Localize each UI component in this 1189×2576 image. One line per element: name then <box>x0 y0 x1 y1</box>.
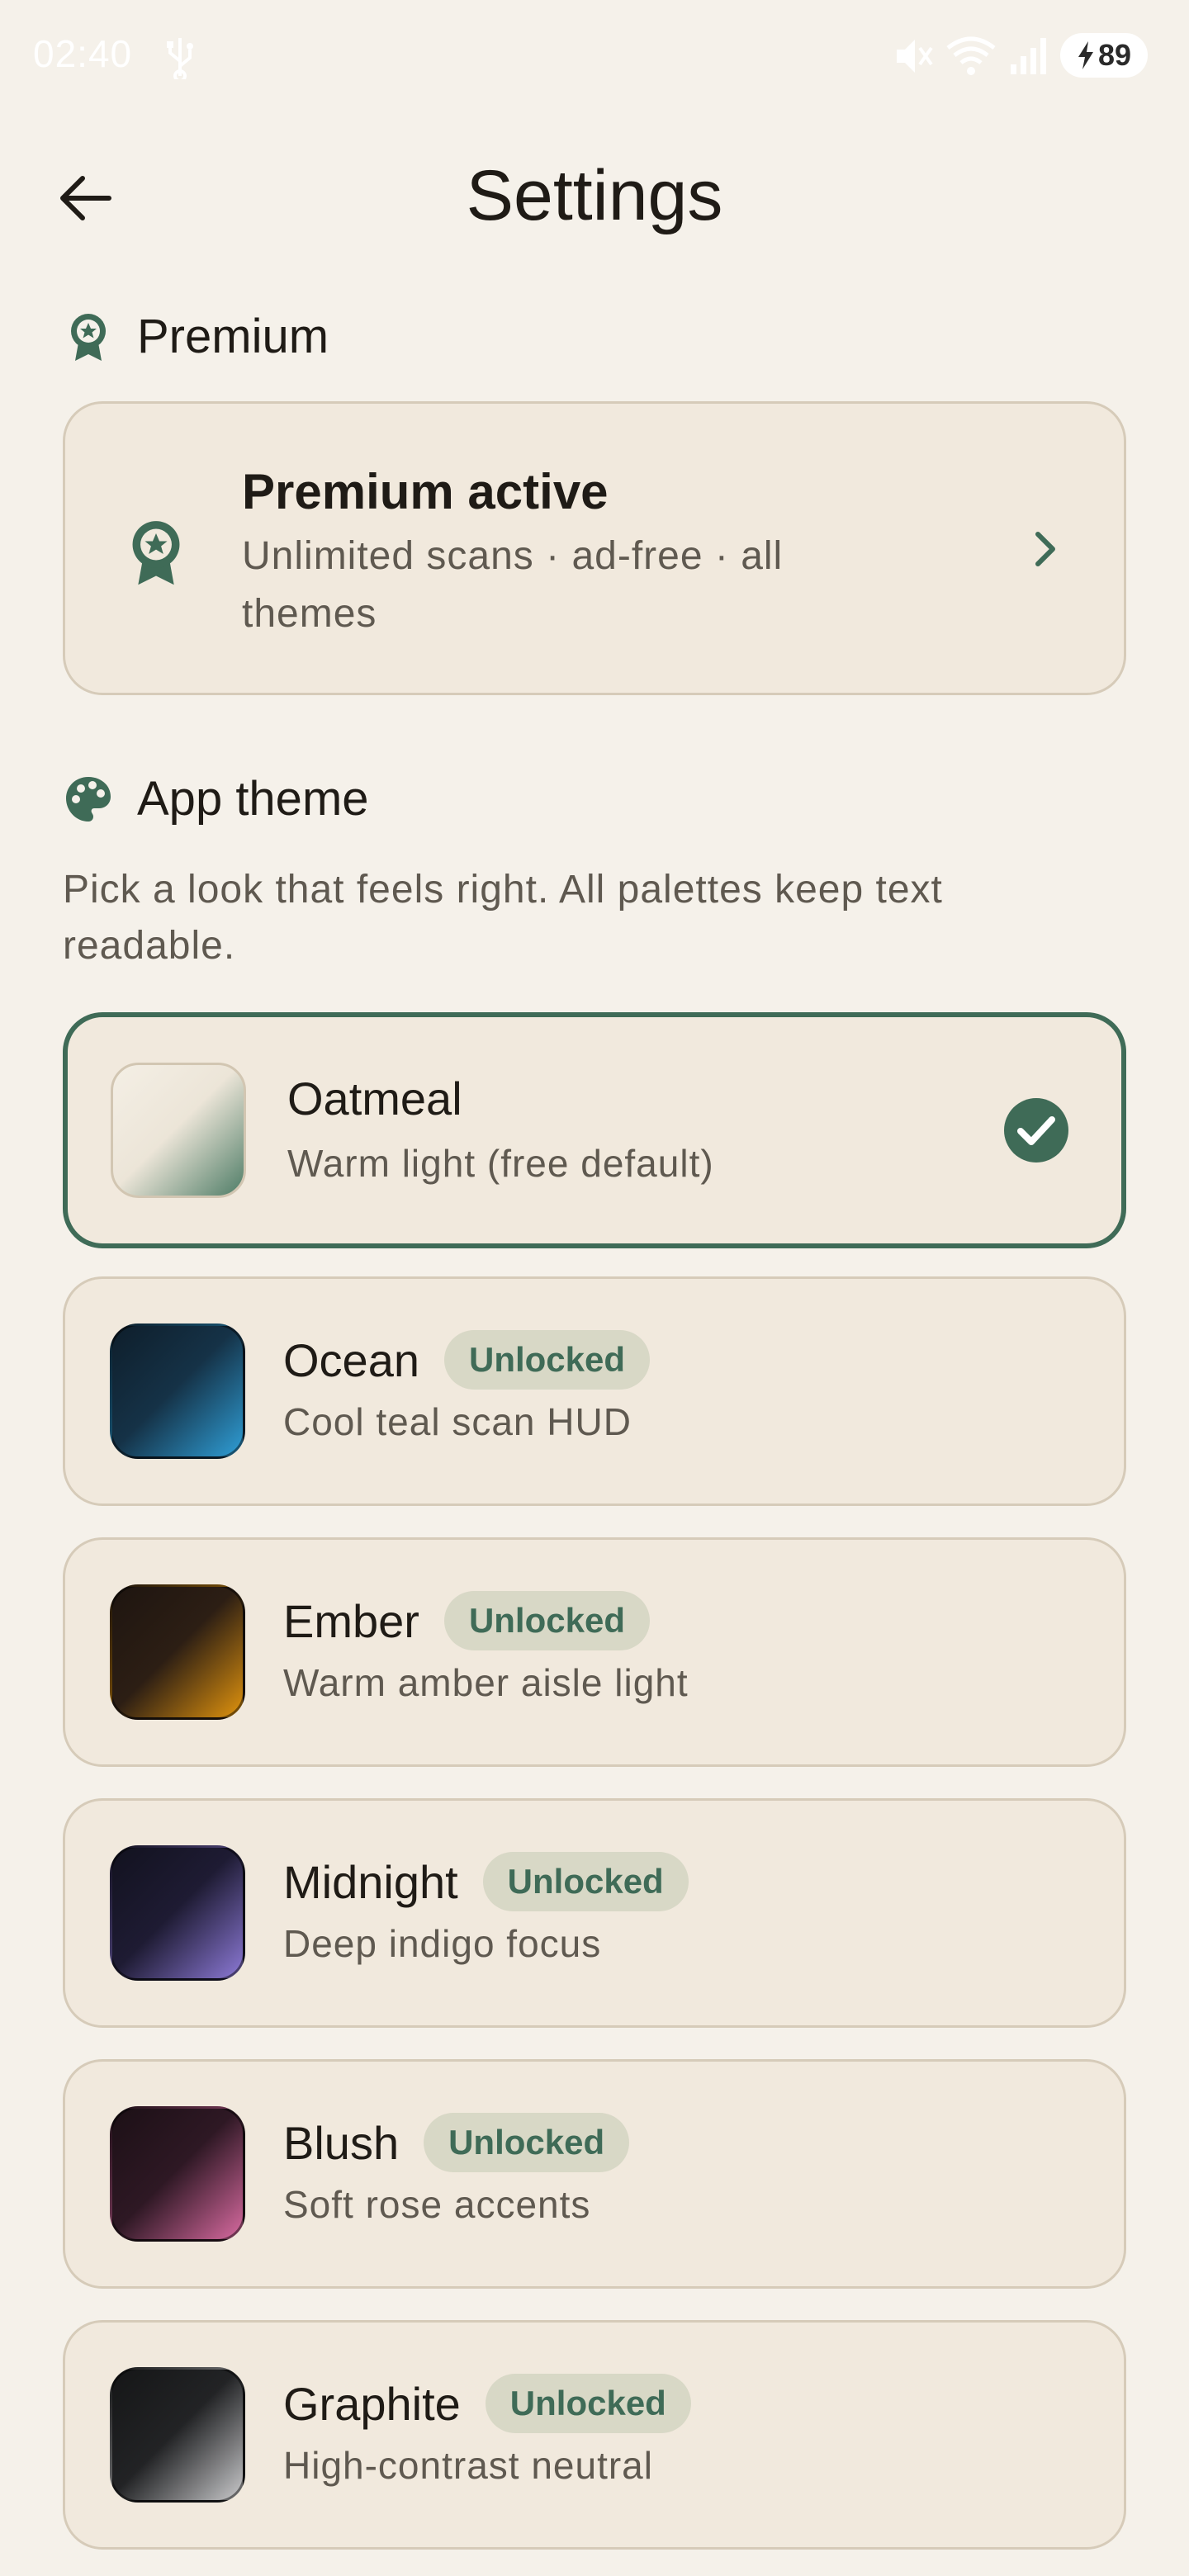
battery-level: 89 <box>1097 38 1132 72</box>
status-time: 02:40 <box>33 32 133 75</box>
theme-option-oatmeal[interactable]: Oatmeal Warm light (free default) <box>63 1012 1126 1248</box>
status-bar: 02:40 89 <box>0 0 1189 112</box>
theme-swatch <box>111 1063 246 1198</box>
theme-title-row: Ocean Unlocked <box>283 1330 651 1390</box>
theme-description: Warm light (free default) <box>287 1142 714 1185</box>
check-circle-icon <box>1004 1098 1068 1163</box>
theme-name: Ocean <box>283 1333 419 1386</box>
battery-charging-icon <box>1078 41 1093 69</box>
theme-option-ocean[interactable]: Ocean Unlocked Cool teal scan HUD <box>63 1276 1126 1506</box>
theme-section-header: App theme <box>63 771 369 826</box>
app-bar: Settings <box>0 140 1189 248</box>
theme-option-blush[interactable]: Blush Unlocked Soft rose accents <box>63 2059 1126 2289</box>
mute-icon <box>897 40 933 73</box>
signal-icon <box>1011 38 1046 74</box>
theme-swatch <box>110 2367 245 2503</box>
status-icons: 89 <box>892 30 1189 83</box>
page-title: Settings <box>466 156 723 235</box>
premium-status-card[interactable]: Premium active Unlimited scans · ad-free… <box>63 401 1126 695</box>
theme-title-row: Oatmeal <box>287 1072 462 1125</box>
theme-description: High-contrast neutral <box>283 2444 653 2487</box>
theme-option-graphite[interactable]: Graphite Unlocked High-contrast neutral <box>63 2320 1126 2550</box>
unlocked-badge: Unlocked <box>485 2374 691 2433</box>
theme-description: Cool teal scan HUD <box>283 1400 632 1443</box>
theme-name: Ember <box>283 1594 419 1647</box>
theme-name: Oatmeal <box>287 1073 462 1125</box>
theme-option-midnight[interactable]: Midnight Unlocked Deep indigo focus <box>63 1798 1126 2028</box>
usb-icon <box>167 38 193 79</box>
unlocked-badge: Unlocked <box>444 1330 651 1390</box>
award-badge-icon <box>63 311 114 362</box>
theme-title-row: Graphite Unlocked <box>283 2374 691 2433</box>
premium-card-title: Premium active <box>242 464 609 519</box>
theme-description: Deep indigo focus <box>283 1922 602 1965</box>
theme-section-title: App theme <box>137 772 369 826</box>
theme-name: Blush <box>283 2116 400 2169</box>
unlocked-badge: Unlocked <box>443 1591 650 1650</box>
theme-name: Graphite <box>283 2377 461 2430</box>
unlocked-badge: Unlocked <box>482 1852 689 1911</box>
theme-name: Midnight <box>283 1855 458 1908</box>
premium-section-header: Premium <box>63 309 329 364</box>
theme-option-ember[interactable]: Ember Unlocked Warm amber aisle light <box>63 1537 1126 1767</box>
theme-title-row: Midnight Unlocked <box>283 1852 689 1911</box>
premium-section-title: Premium <box>137 310 329 363</box>
theme-description: Warm amber aisle light <box>283 1661 689 1704</box>
theme-swatch <box>110 2106 245 2242</box>
theme-title-row: Blush Unlocked <box>283 2113 630 2172</box>
wifi-icon <box>946 36 996 75</box>
theme-description: Soft rose accents <box>283 2183 591 2226</box>
palette-icon <box>63 774 114 825</box>
award-badge-icon <box>132 521 180 585</box>
premium-card-subtitle: Unlimited scans · ad-free · all themes <box>242 534 784 636</box>
theme-section-description: Pick a look that feels right. All palett… <box>63 868 943 968</box>
battery-indicator: 89 <box>1060 33 1148 78</box>
theme-swatch <box>110 1584 245 1720</box>
theme-title-row: Ember Unlocked <box>283 1591 650 1650</box>
theme-swatch <box>110 1324 245 1459</box>
unlocked-badge: Unlocked <box>424 2113 630 2172</box>
chevron-right-icon <box>1035 532 1055 566</box>
theme-swatch <box>110 1845 245 1981</box>
